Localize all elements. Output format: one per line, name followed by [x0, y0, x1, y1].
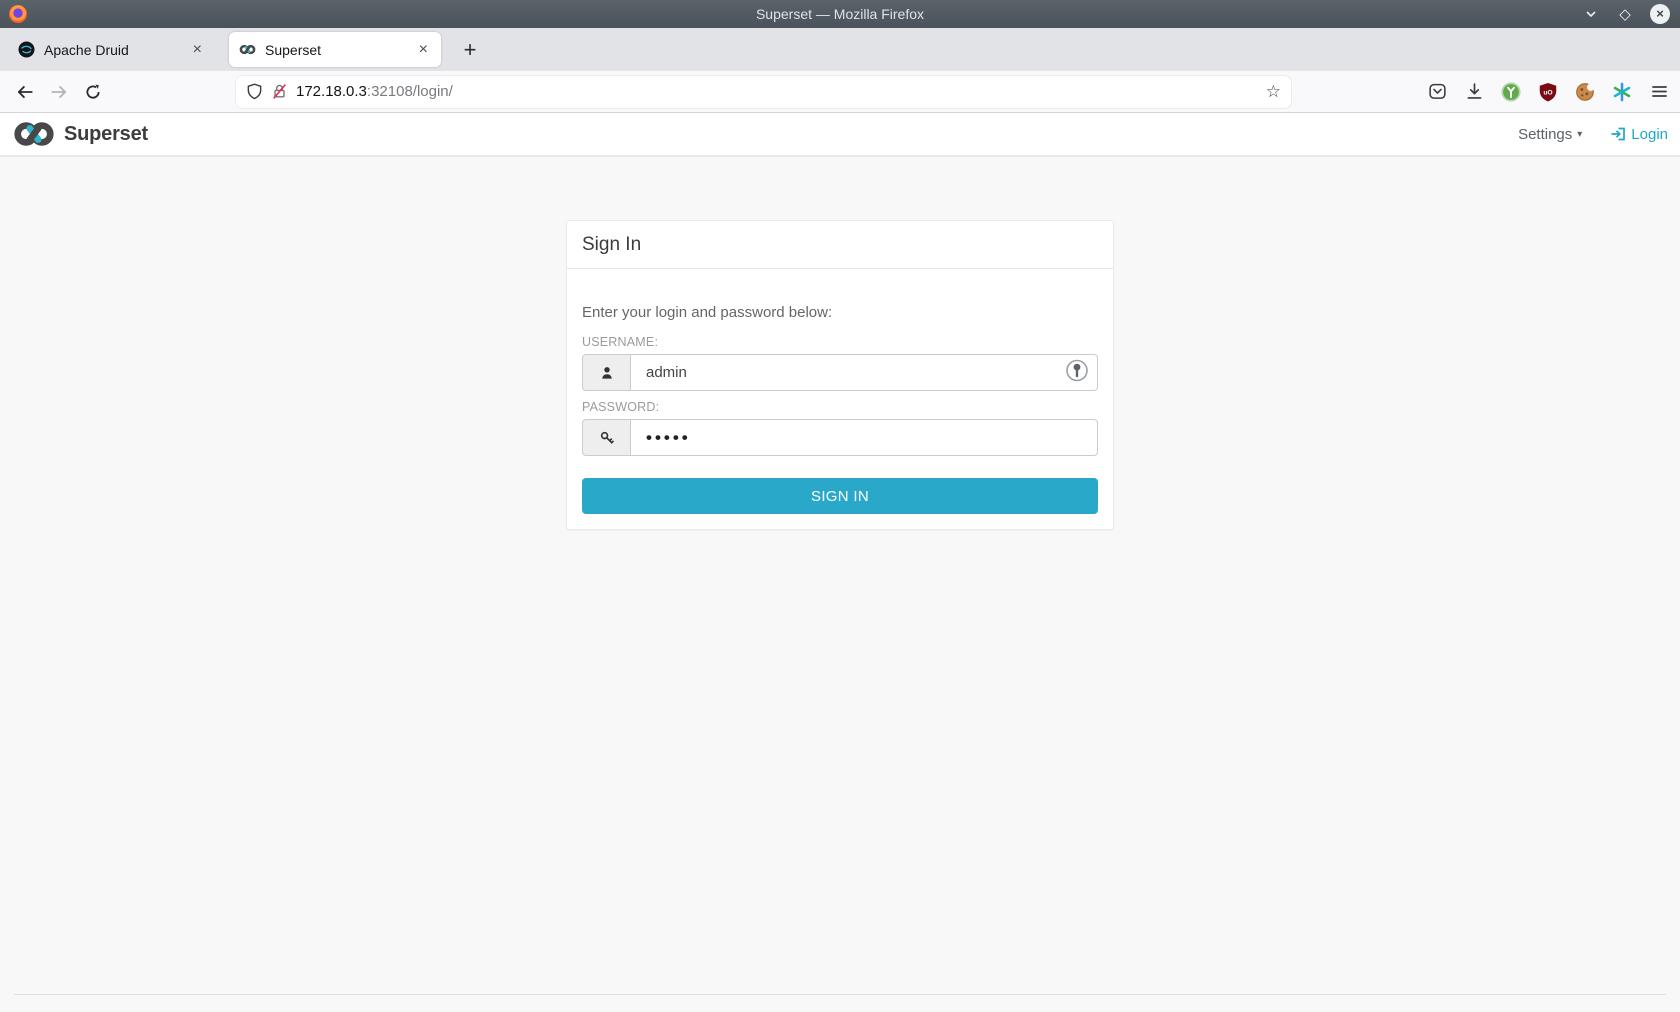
- back-button[interactable]: [10, 77, 40, 107]
- new-tab-button[interactable]: +: [455, 37, 485, 63]
- footer-divider: [14, 994, 1666, 995]
- tab-superset[interactable]: Superset ×: [229, 32, 441, 67]
- reload-button[interactable]: [78, 77, 108, 107]
- username-input[interactable]: [630, 354, 1098, 391]
- cookie-extension-button[interactable]: [1574, 81, 1596, 103]
- header-right: Settings ▾ Login: [1518, 126, 1668, 143]
- user-icon: [601, 366, 612, 379]
- chevron-down-icon: [1586, 11, 1596, 18]
- ublock-origin-button[interactable]: uO: [1537, 81, 1559, 103]
- asterisk-extension-button[interactable]: [1611, 81, 1633, 103]
- window-close-button[interactable]: ×: [1650, 4, 1670, 24]
- tab-label: Apache Druid: [44, 41, 129, 58]
- settings-label: Settings: [1518, 125, 1573, 143]
- sign-in-instruction: Enter your login and password below:: [582, 304, 833, 321]
- sign-in-card: Sign In Enter your login and password be…: [566, 220, 1114, 530]
- extension-green-button[interactable]: [1500, 81, 1522, 103]
- username-input-group: [582, 354, 1098, 391]
- tab-bar: Apache Druid × Superset × +: [0, 28, 1680, 71]
- settings-menu[interactable]: Settings ▾: [1518, 126, 1582, 143]
- sign-in-title: Sign In: [582, 234, 642, 255]
- tracking-protection-shield-icon[interactable]: [246, 83, 263, 100]
- insecure-lock-icon[interactable]: [271, 83, 288, 100]
- svg-text:uO: uO: [1543, 89, 1552, 96]
- ublock-shield-icon: uO: [1539, 82, 1557, 101]
- window-minimize-button[interactable]: [1582, 5, 1600, 23]
- password-input[interactable]: [630, 419, 1098, 456]
- download-icon: [1466, 83, 1482, 99]
- sign-in-icon: [1611, 127, 1626, 141]
- login-link[interactable]: Login: [1610, 126, 1668, 143]
- sign-in-card-body: Enter your login and password below: USE…: [567, 269, 1113, 529]
- window-controls: ◇ ×: [1582, 4, 1680, 24]
- superset-favicon-icon: [239, 44, 256, 55]
- sign-in-button[interactable]: SIGN IN: [582, 478, 1098, 514]
- tab-label: Superset: [265, 41, 322, 58]
- reload-icon: [86, 83, 100, 99]
- tab-apache-druid[interactable]: Apache Druid ×: [8, 32, 215, 67]
- tab-close-icon[interactable]: ×: [190, 41, 205, 59]
- login-label: Login: [1631, 125, 1668, 143]
- password-input-group: [582, 419, 1098, 456]
- downloads-button[interactable]: [1463, 81, 1485, 103]
- green-extension-icon: [1501, 81, 1521, 102]
- window-titlebar: Superset — Mozilla Firefox ◇ ×: [0, 0, 1680, 28]
- url-path: :32108/login/: [366, 83, 453, 100]
- hamburger-menu-icon: [1651, 86, 1667, 97]
- app-menu-button[interactable]: [1648, 81, 1670, 103]
- superset-header: Superset Settings ▾ Login: [0, 113, 1680, 157]
- forward-button[interactable]: [44, 77, 74, 107]
- forward-arrow-icon: [51, 85, 67, 98]
- superset-logo-icon: [14, 122, 54, 146]
- bookmark-star-icon[interactable]: ☆: [1266, 82, 1281, 102]
- brand-name: Superset: [64, 122, 148, 145]
- url-text[interactable]: 172.18.0.3:32108/login/: [296, 83, 453, 100]
- back-arrow-icon: [17, 85, 33, 98]
- cookie-icon: [1576, 82, 1595, 101]
- key-icon: [600, 431, 614, 444]
- tab-close-icon[interactable]: ×: [416, 41, 431, 59]
- url-host: 172.18.0.3: [296, 83, 367, 100]
- username-addon: [582, 354, 630, 391]
- username-label: USERNAME:: [582, 335, 659, 349]
- navigation-toolbar: 172.18.0.3:32108/login/ ☆ uO: [0, 71, 1680, 113]
- caret-down-icon: ▾: [1577, 128, 1583, 140]
- pocket-icon: [1428, 83, 1446, 99]
- page-content: Sign In Enter your login and password be…: [0, 157, 1680, 1012]
- password-manager-badge-icon[interactable]: [1065, 358, 1089, 387]
- window-title: Superset — Mozilla Firefox: [755, 6, 925, 22]
- firefox-logo-icon: [9, 5, 27, 23]
- pocket-save-button[interactable]: [1426, 81, 1448, 103]
- sign-in-card-header: Sign In: [567, 221, 1113, 269]
- password-addon: [582, 419, 630, 456]
- superset-brand[interactable]: Superset: [12, 120, 148, 148]
- druid-favicon-icon: [18, 41, 35, 58]
- colorful-asterisk-icon: [1613, 82, 1631, 101]
- url-bar[interactable]: 172.18.0.3:32108/login/ ☆: [236, 75, 1291, 108]
- window-maximize-button[interactable]: ◇: [1616, 5, 1634, 23]
- password-label: PASSWORD:: [582, 400, 660, 414]
